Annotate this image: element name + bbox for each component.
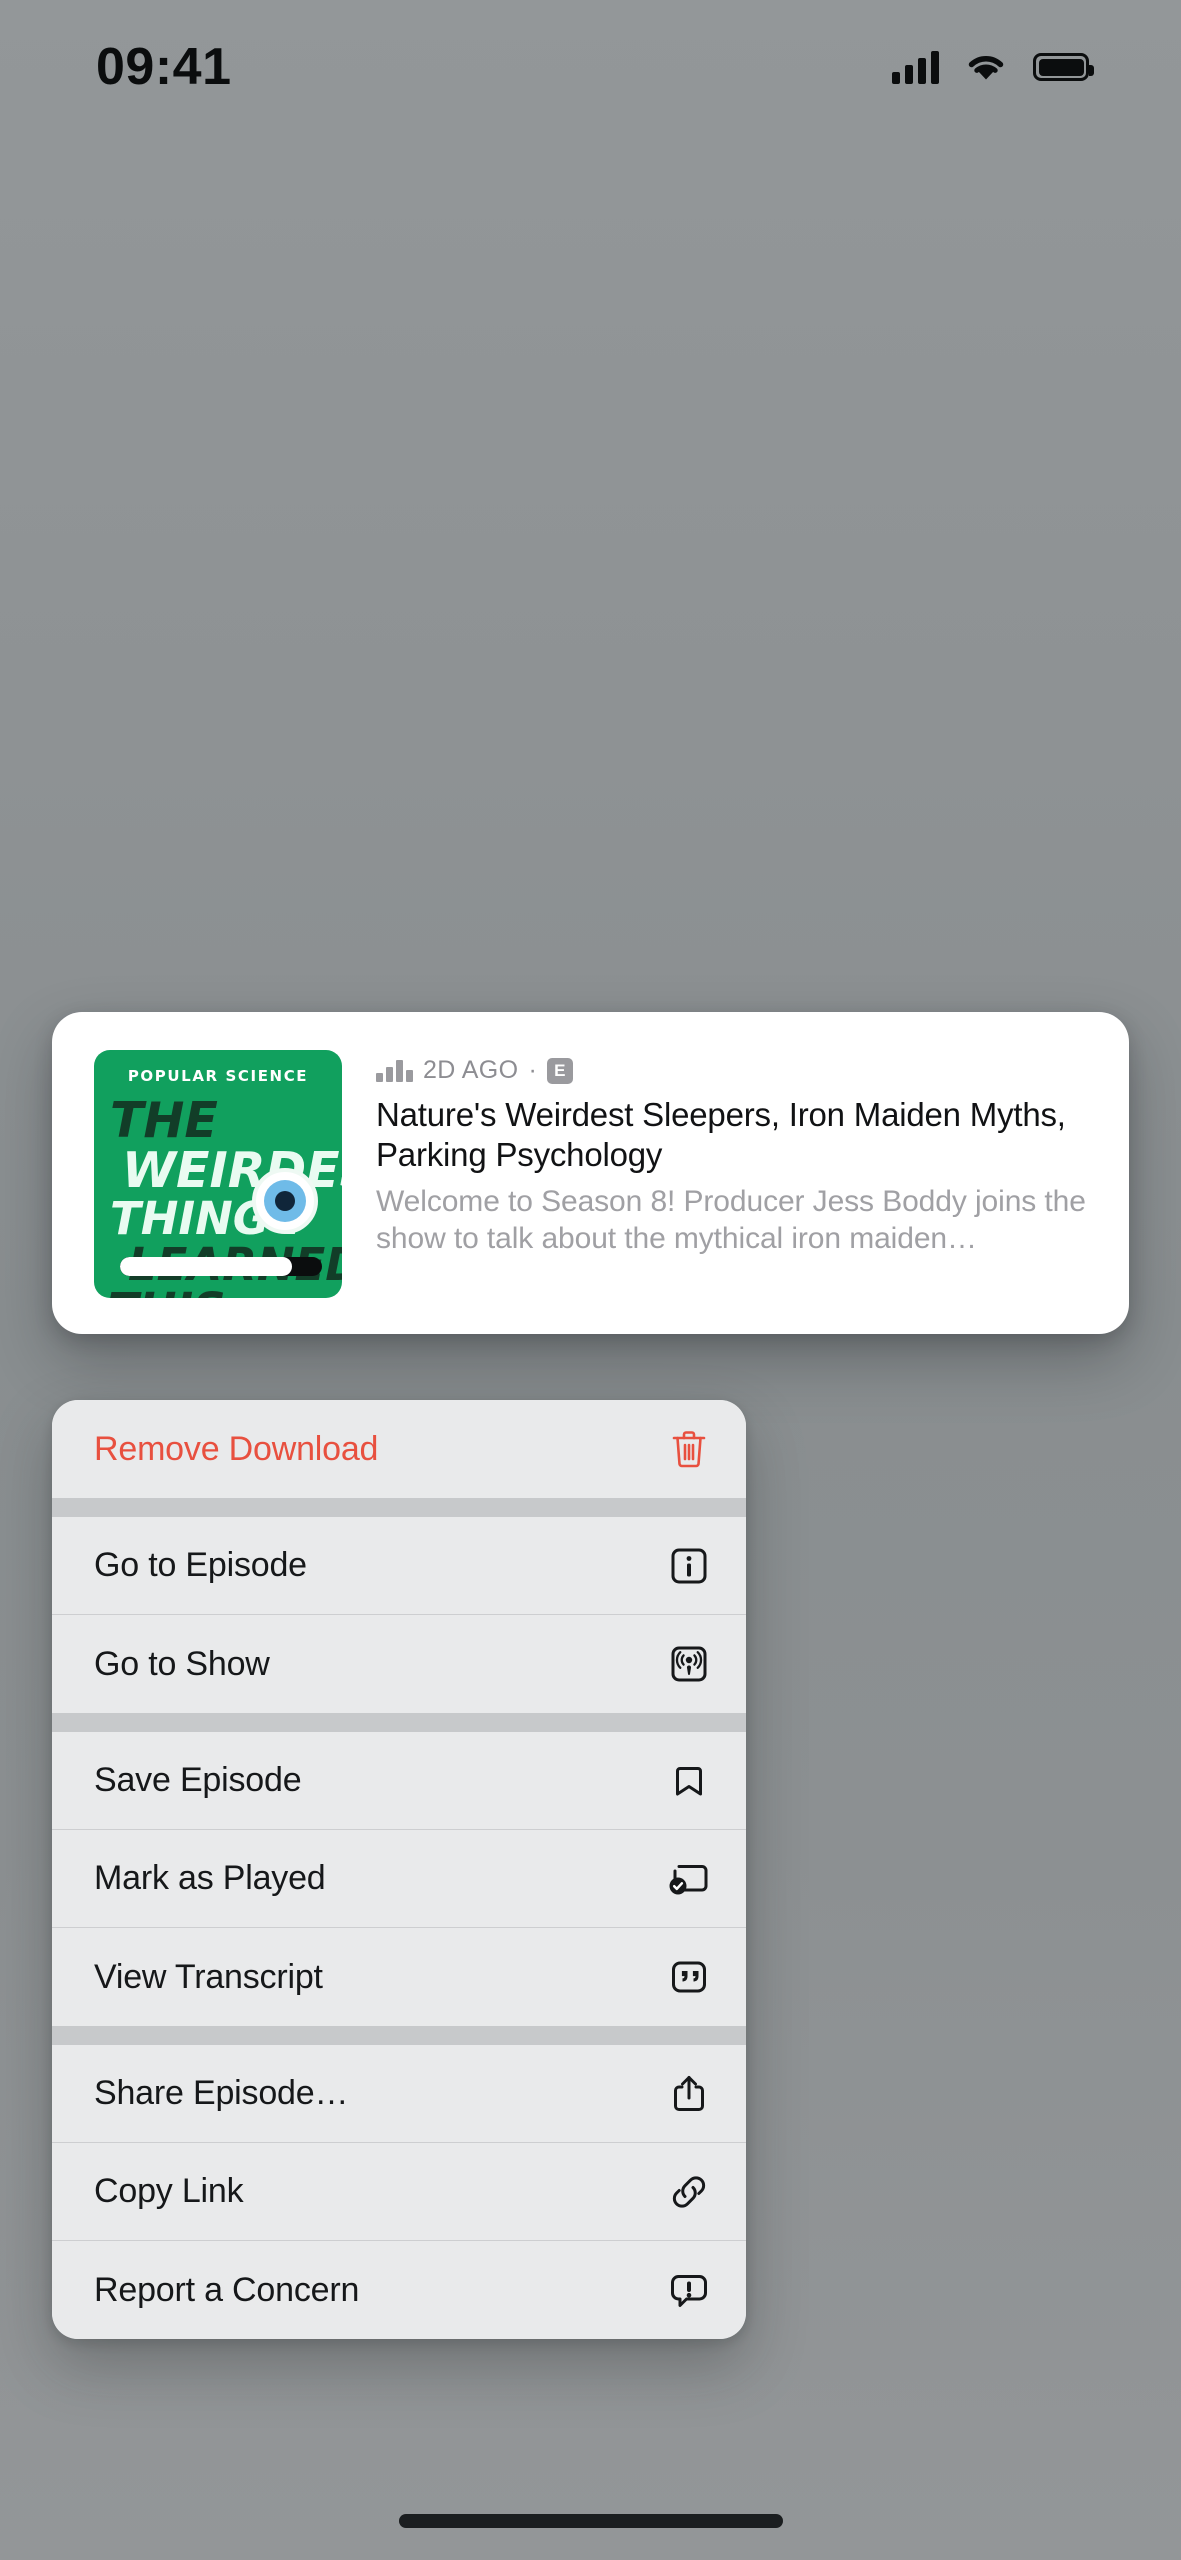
artwork-brand: POPULAR SCIENCE (127, 1067, 309, 1085)
artwork-title-line-1: THE (110, 1092, 218, 1149)
episode-text-block: 2D AGO · E Nature's Weirdest Sleepers, I… (376, 1050, 1089, 1258)
home-indicator (398, 2514, 783, 2528)
menu-item-label: Remove Download (94, 1429, 379, 1468)
exclamation-bubble-icon (666, 2267, 712, 2313)
audio-bars-icon (376, 1059, 413, 1082)
battery-full-icon (1033, 53, 1094, 81)
rectangle-badge-checkmark-icon (666, 1856, 712, 1902)
menu-item-label: Go to Show (94, 1644, 270, 1683)
status-bar: 09:41 (0, 0, 1181, 120)
menu-item-label: Go to Episode (94, 1546, 307, 1584)
menu-item-go-to-show[interactable]: Go to Show (52, 1615, 746, 1713)
menu-item-view-transcript[interactable]: View Transcript (52, 1928, 746, 2026)
menu-item-copy-link[interactable]: Copy Link (52, 2143, 746, 2241)
menu-item-go-to-episode[interactable]: Go to Episode (52, 1517, 746, 1615)
menu-group-navigate: Go to Episode Go to Show (52, 1517, 746, 1713)
menu-item-label: Mark as Played (94, 1859, 326, 1897)
quote-bubble-icon (666, 1954, 712, 2000)
episode-preview-card[interactable]: POPULAR SCIENCE THE WEIRDEST THING I LEA… (52, 1012, 1129, 1334)
menu-item-report-a-concern[interactable]: Report a Concern (52, 2241, 746, 2339)
eyeball-icon (252, 1168, 318, 1234)
menu-item-share-episode[interactable]: Share Episode… (52, 2045, 746, 2143)
bookmark-icon (666, 1758, 712, 1804)
menu-item-label: Copy Link (94, 2172, 244, 2210)
link-icon (666, 2169, 712, 2215)
context-menu[interactable]: Remove Download Go to Episode Go to Show… (52, 1400, 746, 2339)
cellular-bars-icon (892, 50, 939, 84)
podcast-artwork: POPULAR SCIENCE THE WEIRDEST THING I LEA… (94, 1050, 342, 1298)
menu-separator-gap (52, 1713, 746, 1732)
meta-separator: · (528, 1056, 537, 1084)
status-time: 09:41 (96, 38, 232, 96)
menu-item-mark-as-played[interactable]: Mark as Played (52, 1830, 746, 1928)
menu-separator-gap (52, 1498, 746, 1517)
menu-item-label: Share Episode… (94, 2074, 349, 2112)
episode-title: Nature's Weirdest Sleepers, Iron Maiden … (376, 1096, 1066, 1174)
menu-group-share: Share Episode… Copy Link Report a Concer… (52, 2045, 746, 2339)
menu-item-label: Report a Concern (94, 2270, 360, 2309)
info-square-icon (666, 1543, 712, 1589)
playback-progress-bar (120, 1257, 322, 1276)
episode-date: 2D AGO (423, 1056, 519, 1084)
menu-item-save-episode[interactable]: Save Episode (52, 1732, 746, 1830)
trash-icon (666, 1426, 712, 1472)
menu-group-episode-actions: Save Episode Mark as Played View Transcr… (52, 1732, 746, 2026)
menu-item-label: Save Episode (94, 1761, 302, 1799)
menu-item-remove-download[interactable]: Remove Download (52, 1400, 746, 1498)
episode-meta-row: 2D AGO · E (376, 1056, 1089, 1085)
explicit-badge: E (546, 1057, 573, 1084)
podcast-square-icon (666, 1641, 712, 1687)
episode-description: Welcome to Season 8! Producer Jess Boddy… (376, 1184, 1086, 1256)
menu-separator-gap (52, 2026, 746, 2045)
status-indicators (892, 50, 1094, 84)
menu-item-label: View Transcript (94, 1957, 323, 1996)
share-icon (666, 2071, 712, 2117)
menu-group-download: Remove Download (52, 1400, 746, 1498)
wifi-icon (965, 51, 1007, 83)
